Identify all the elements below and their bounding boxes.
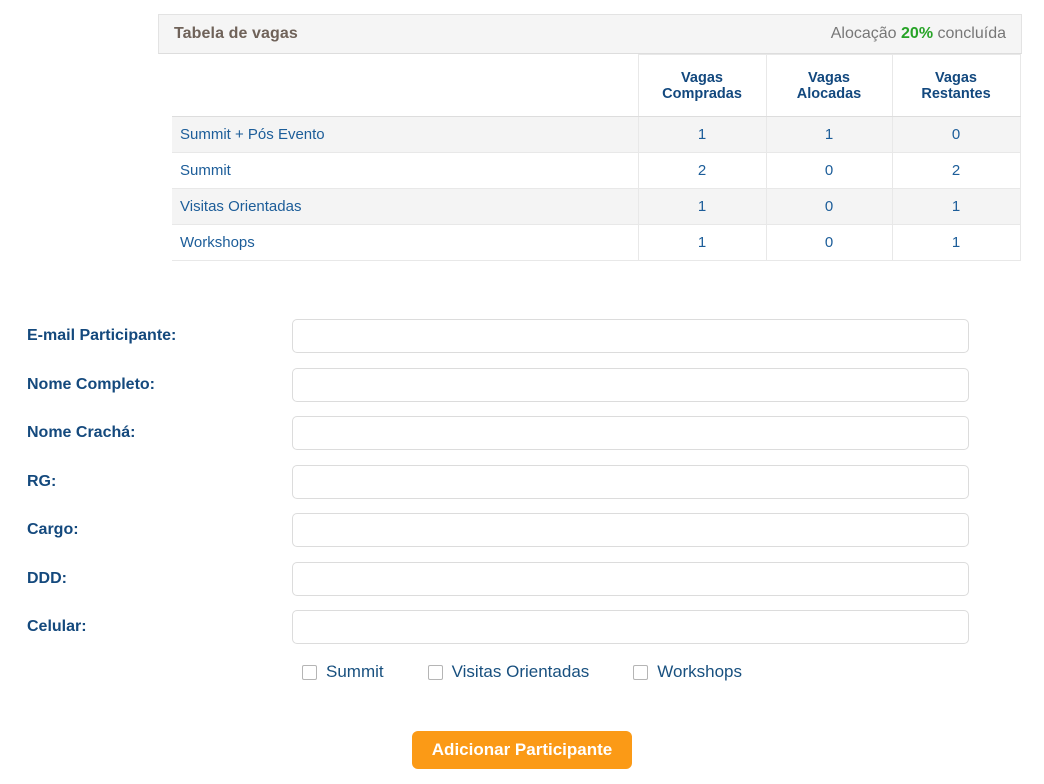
- form-row: Nome Crachá:: [0, 409, 1044, 458]
- vagas-table-wrap: Vagas Compradas Vagas Alocadas Vagas Res…: [158, 54, 1022, 261]
- form-row: Nome Completo:: [0, 361, 1044, 410]
- form-row: Celular:: [0, 603, 1044, 652]
- cell-vagas-alocadas: 0: [765, 188, 893, 225]
- cell-vagas-alocadas: 1: [765, 116, 893, 153]
- checkbox-label: Visitas Orientadas: [451, 662, 590, 681]
- checkbox-item[interactable]: Summit: [302, 662, 384, 682]
- field-input[interactable]: [292, 416, 969, 451]
- field-input[interactable]: [292, 367, 969, 402]
- allocation-suffix: concluída: [937, 25, 1007, 42]
- submit-row: Adicionar Participante: [0, 731, 1044, 769]
- panel-heading: Tabela de vagas Alocação 20% concluída: [158, 14, 1022, 54]
- form-row: DDD:: [0, 555, 1044, 604]
- column-header-compradas: Vagas Compradas: [637, 54, 767, 117]
- checkbox-item[interactable]: Visitas Orientadas: [427, 662, 590, 682]
- cell-vagas-restantes: 2: [891, 152, 1021, 189]
- table-row: Summit + Pós Evento 1 1 0: [172, 116, 1021, 153]
- column-header-compradas-line2: Compradas: [662, 85, 742, 102]
- table-header-row: Vagas Compradas Vagas Alocadas Vagas Res…: [172, 54, 1021, 117]
- column-header-restantes: Vagas Restantes: [891, 54, 1021, 117]
- cell-name: Summit + Pós Evento: [172, 116, 639, 153]
- cell-vagas-compradas: 2: [637, 152, 767, 189]
- allocation-percent: 20%: [901, 25, 934, 42]
- cell-vagas-compradas: 1: [637, 188, 767, 225]
- cell-vagas-alocadas: 0: [765, 224, 893, 261]
- cell-vagas-compradas: 1: [637, 224, 767, 261]
- field-label: DDD:: [27, 569, 67, 587]
- field-input[interactable]: [292, 464, 969, 499]
- cell-vagas-compradas: 1: [637, 116, 767, 153]
- field-input[interactable]: [292, 561, 969, 596]
- cell-name: Workshops: [172, 224, 639, 261]
- table-row: Visitas Orientadas 1 0 1: [172, 188, 1021, 225]
- allocation-status: Alocação 20% concluída: [831, 25, 1006, 43]
- checkbox-box-icon[interactable]: [633, 664, 649, 680]
- panel-title: Tabela de vagas: [174, 25, 298, 42]
- column-header-compradas-line1: Vagas: [681, 69, 723, 86]
- participant-form: E-mail Participante: Nome Completo: Nome C…: [0, 312, 1044, 652]
- field-label: E-mail Participante:: [27, 327, 177, 345]
- vagas-panel: Tabela de vagas Alocação 20% concluída V…: [158, 14, 1022, 261]
- cell-vagas-restantes: 1: [891, 224, 1021, 261]
- allocation-prefix: Alocação: [830, 25, 897, 42]
- cell-name: Visitas Orientadas: [172, 188, 639, 225]
- table-head: Vagas Compradas Vagas Alocadas Vagas Res…: [172, 54, 1021, 117]
- field-label: Celular:: [27, 618, 87, 636]
- add-participant-button[interactable]: Adicionar Participante: [411, 731, 633, 769]
- checkbox-box-icon[interactable]: [427, 664, 443, 680]
- form-row: E-mail Participante:: [0, 312, 1044, 361]
- checkbox-item[interactable]: Workshops: [633, 662, 742, 682]
- checkbox-box-icon[interactable]: [302, 664, 317, 680]
- field-input[interactable]: [292, 513, 969, 548]
- column-header-alocadas: Vagas Alocadas: [765, 54, 893, 117]
- table-row: Summit 2 0 2: [172, 152, 1021, 189]
- field-label: Cargo:: [27, 521, 79, 539]
- field-input[interactable]: [292, 319, 969, 354]
- field-input[interactable]: [292, 610, 969, 645]
- table-body: Summit + Pós Evento 1 1 0 Summit 2 0 2 Visitas O…: [172, 116, 1021, 261]
- table-row: Workshops 1 0 1: [172, 224, 1021, 261]
- field-label: RG:: [27, 472, 57, 490]
- cell-name: Summit: [172, 152, 639, 189]
- checkbox-label: Workshops: [657, 662, 742, 681]
- field-label: Nome Completo:: [27, 375, 155, 393]
- column-header-name: [172, 54, 639, 117]
- checkbox-label: Summit: [326, 662, 384, 681]
- event-checkbox-group: Summit Visitas Orientadas Workshops: [0, 662, 1044, 682]
- vagas-table: Vagas Compradas Vagas Alocadas Vagas Res…: [172, 54, 1021, 261]
- cell-vagas-restantes: 0: [891, 116, 1021, 153]
- cell-vagas-alocadas: 0: [765, 152, 893, 189]
- form-row: Cargo:: [0, 506, 1044, 555]
- field-label: Nome Crachá:: [27, 424, 136, 442]
- form-row: RG:: [0, 458, 1044, 507]
- cell-vagas-restantes: 1: [891, 188, 1021, 225]
